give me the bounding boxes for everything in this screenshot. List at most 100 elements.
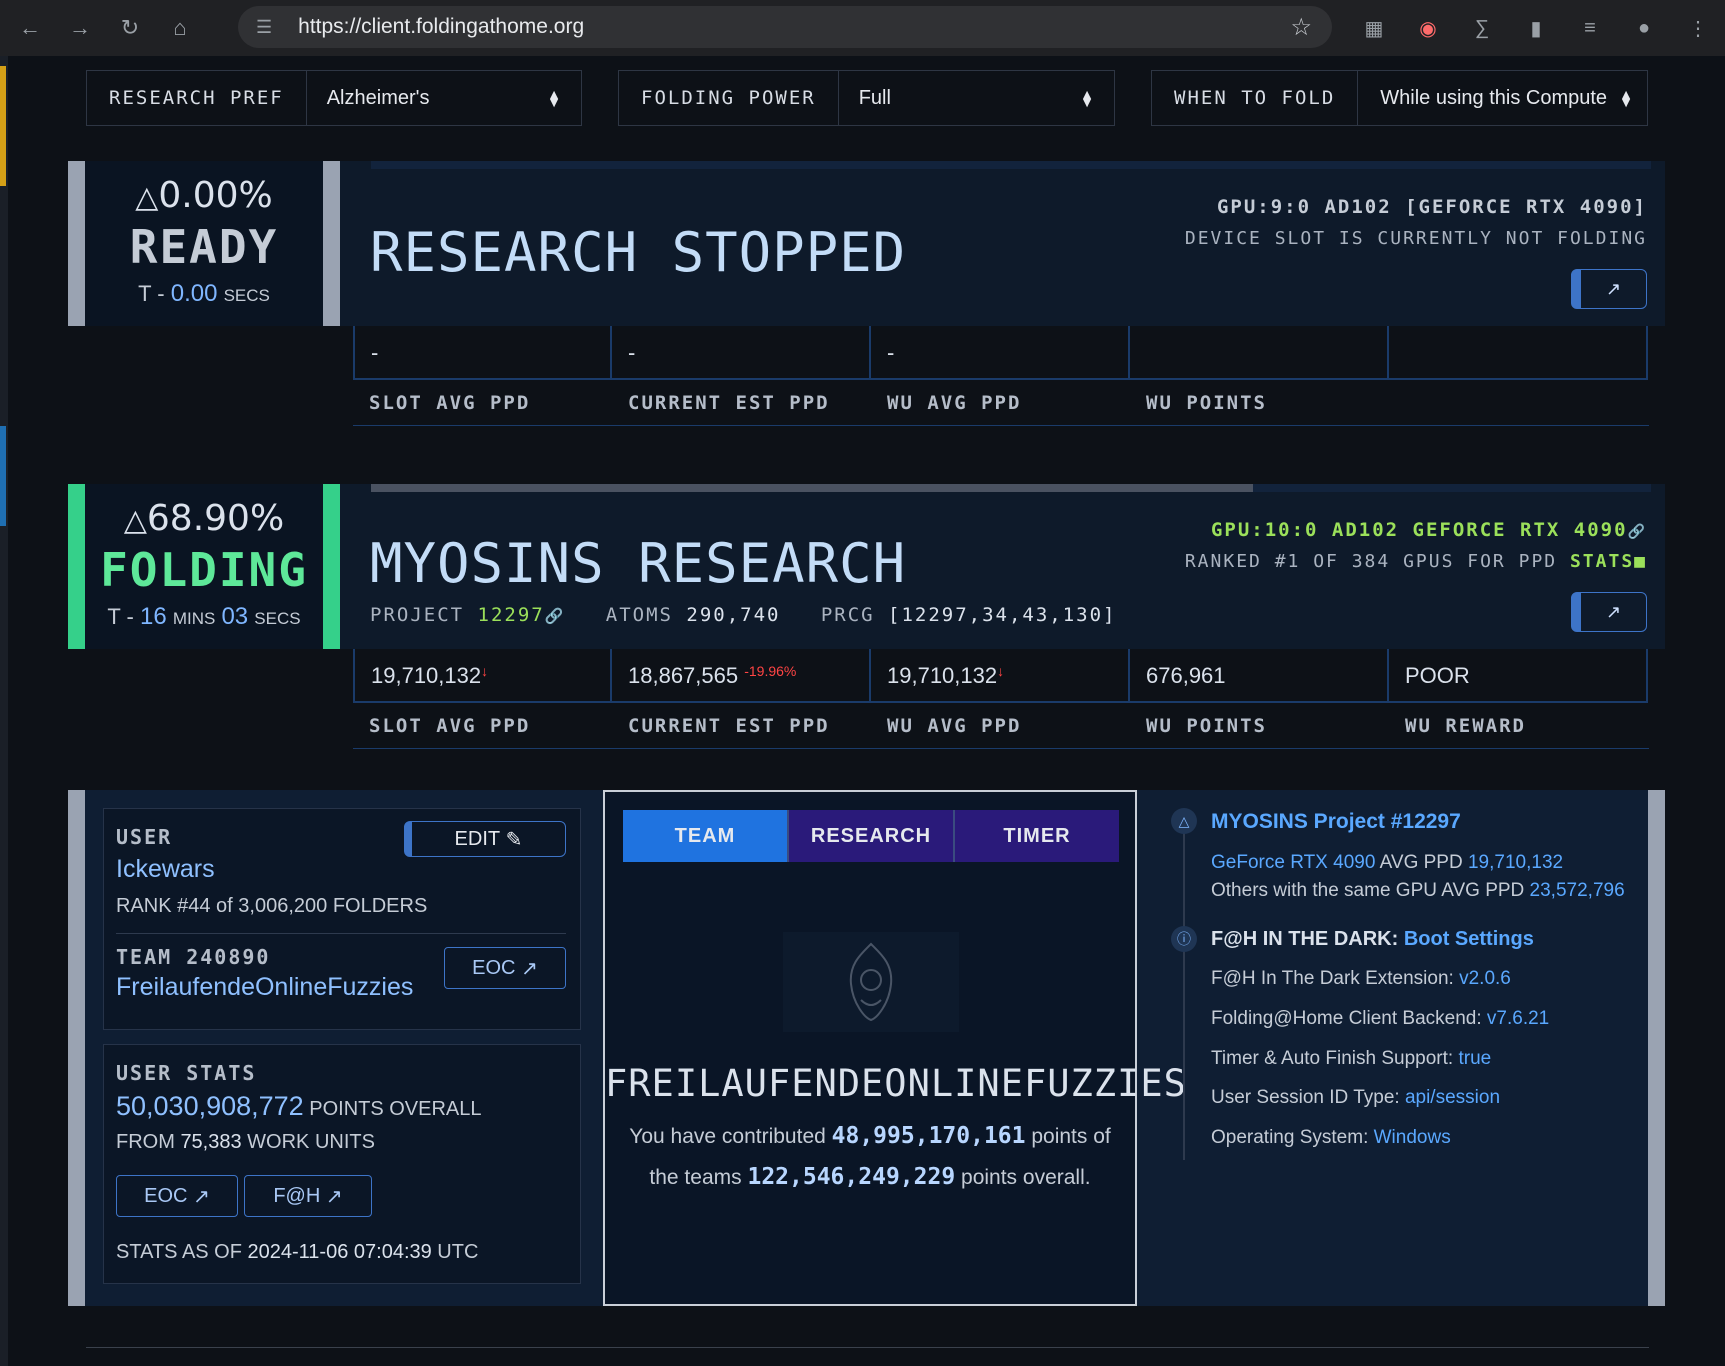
stat-current-est-ppd: 18,867,565 -19.96% xyxy=(612,649,871,703)
line-chart-icon: ↗ xyxy=(1605,278,1622,299)
site-settings-icon[interactable]: ☰ xyxy=(256,17,272,38)
tab-research[interactable]: RESEARCH xyxy=(787,810,953,862)
reload-icon[interactable]: ↻ xyxy=(110,8,150,48)
slot-title: MYOSINS RESEARCH xyxy=(370,532,907,595)
label-current-est-ppd: CURRENT EST PPD xyxy=(628,715,830,737)
boot-settings-link[interactable]: Boot Settings xyxy=(1404,928,1534,950)
folding-power-select[interactable]: Full ▲ ▼ xyxy=(839,71,1114,125)
menu-kebab-icon[interactable]: ⋮ xyxy=(1682,12,1714,44)
research-pref: RESEARCH PREF Alzheimer's ▲ ▼ xyxy=(86,70,582,126)
info-icon: ⓘ xyxy=(1171,926,1197,952)
stat-slot-avg-ppd: - xyxy=(353,326,612,380)
folding-power-label: FOLDING POWER xyxy=(619,71,839,125)
media-queue-icon[interactable]: ≡ xyxy=(1574,12,1606,44)
down-arrow-icon: ↓ xyxy=(997,663,1005,679)
forward-icon[interactable]: → xyxy=(60,8,100,48)
user-stats-card: USER STATS 50,030,908,772 POINTS OVERALL… xyxy=(103,1044,581,1284)
bookmark-star-icon[interactable]: ☆ xyxy=(1290,13,1312,42)
slot-chart-button[interactable]: ↗ xyxy=(1571,592,1647,632)
edit-user-button[interactable]: EDIT ✎ xyxy=(404,821,566,857)
extension-translate-icon[interactable]: ∑ xyxy=(1466,12,1498,44)
work-units: FROM 75,383 WORK UNITS xyxy=(116,1131,375,1153)
extensions-puzzle-icon[interactable]: ▮ xyxy=(1520,12,1552,44)
line-chart-icon: ↗ xyxy=(325,1185,343,1208)
device-note: DEVICE SLOT IS CURRENTLY NOT FOLDING xyxy=(1184,228,1647,249)
browser-toolbar: ← → ↻ ⌂ ☰ https://client.foldingathome.o… xyxy=(0,0,1725,56)
address-bar[interactable]: ☰ https://client.foldingathome.org ☆ xyxy=(238,6,1332,48)
stats-link[interactable]: STATS■ xyxy=(1570,551,1647,572)
stat-wu-reward: POOR xyxy=(1389,649,1648,703)
team-panel: TEAM RESEARCH TIMER FREILAUFENDEONLINEFU… xyxy=(603,790,1186,1306)
line-chart-icon: ↗ xyxy=(1605,601,1622,622)
research-pref-select[interactable]: Alzheimer's ▲ ▼ xyxy=(307,71,581,125)
stats-as-of: STATS AS OF 2024-11-06 07:04:39 UTC xyxy=(116,1241,479,1263)
others-avg-ppd: Others with the same GPU AVG PPD 23,572,… xyxy=(1211,880,1625,901)
label-wu-avg-ppd: WU AVG PPD xyxy=(887,715,1022,737)
line-chart-icon: ↗ xyxy=(521,957,538,980)
extension-globe-icon[interactable]: ◉ xyxy=(1412,12,1444,44)
progress-percent: △0.00% xyxy=(135,175,273,216)
user-fah-button[interactable]: F@H ↗ xyxy=(244,1175,372,1217)
device-name-link[interactable]: GPU:10:0 AD102 GEFORCE RTX 4090🔗 xyxy=(1185,519,1647,541)
when-to-fold-value: While using this Compute xyxy=(1380,86,1608,109)
folding-power-value: Full xyxy=(858,86,891,109)
slot-card-gpu-10: △68.90% FOLDING T - 16 MINS 03 SECS MYOS… xyxy=(68,484,1665,649)
stat-wu-points xyxy=(1130,326,1389,380)
tab-team[interactable]: TEAM xyxy=(623,810,787,862)
backend-version: Folding@Home Client Backend: v7.6.21 xyxy=(1211,1008,1550,1029)
team-eoc-button[interactable]: EOC ↗ xyxy=(444,947,566,989)
footer-divider xyxy=(86,1347,1649,1348)
team-contribution: You have contributed 48,995,170,161 poin… xyxy=(629,1123,1111,1190)
label-wu-points: WU POINTS xyxy=(1146,392,1267,414)
when-to-fold-select[interactable]: While using this Compute ▲ ▼ xyxy=(1358,71,1647,125)
slot-eta: T - 0.00 SECS xyxy=(138,280,270,307)
user-name: Ickewars xyxy=(116,855,215,883)
user-card: USER EDIT ✎ Ickewars RANK #44 of 3,006,2… xyxy=(103,808,581,1030)
team-caption: TEAM 240890 xyxy=(116,945,271,969)
link-icon: 🔗 xyxy=(544,607,566,625)
device-info: GPU:10:0 AD102 GEFORCE RTX 4090🔗 RANKED … xyxy=(1185,519,1647,572)
session-type: User Session ID Type: api/session xyxy=(1211,1087,1501,1108)
extension-grid-icon[interactable]: ▦ xyxy=(1358,12,1390,44)
updown-arrows-icon: ▲ ▼ xyxy=(1619,86,1633,110)
info-timeline: △ MYOSINS Project #12297 GeForce RTX 409… xyxy=(1155,790,1655,1306)
user-stats-caption: USER STATS xyxy=(116,1061,257,1085)
back-icon[interactable]: ← xyxy=(10,8,50,48)
slot-status-box: △0.00% READY T - 0.00 SECS xyxy=(68,161,340,326)
research-pref-label: RESEARCH PREF xyxy=(87,71,307,125)
folding-power-pref: FOLDING POWER Full ▲ ▼ xyxy=(618,70,1115,126)
updown-arrows-icon: ▲ ▼ xyxy=(1080,86,1094,110)
device-rank: RANKED #1 OF 384 GPUS FOR PPD STATS■ xyxy=(1184,551,1647,572)
label-wu-avg-ppd: WU AVG PPD xyxy=(887,392,1022,414)
updown-arrows-icon: ▲ ▼ xyxy=(547,86,561,110)
stat-wu-points: 676,961 xyxy=(1130,649,1389,703)
profile-avatar-icon[interactable]: ● xyxy=(1628,12,1660,44)
label-slot-avg-ppd: SLOT AVG PPD xyxy=(369,392,531,414)
url-text[interactable]: https://client.foldingathome.org xyxy=(298,15,584,39)
stat-wu-avg-ppd: - xyxy=(871,326,1130,380)
bottom-panel: USER EDIT ✎ Ickewars RANK #44 of 3,006,2… xyxy=(68,790,1665,1306)
research-pref-value: Alzheimer's xyxy=(326,86,430,109)
slot-card-gpu-9: △0.00% READY T - 0.00 SECS RESEARCH STOP… xyxy=(68,161,1665,326)
slot-eta: T - 16 MINS 03 SECS xyxy=(107,603,301,630)
when-to-fold-label: WHEN TO FOLD xyxy=(1152,71,1359,125)
label-wu-points: WU POINTS xyxy=(1146,715,1267,737)
edit-icon: ✎ xyxy=(505,828,523,851)
label-wu-reward: WU REWARD xyxy=(1405,715,1526,737)
team-name: FreilaufendeOnlineFuzzies xyxy=(116,973,414,1001)
slot-chart-button[interactable]: ↗ xyxy=(1571,269,1647,309)
user-eoc-button[interactable]: EOC ↗ xyxy=(116,1175,238,1217)
when-to-fold-pref: WHEN TO FOLD While using this Compute ▲ ▼ xyxy=(1151,70,1648,126)
stat-slot-avg-ppd: 19,710,132↓ xyxy=(353,649,612,703)
slot-status-box: △68.90% FOLDING T - 16 MINS 03 SECS xyxy=(68,484,340,649)
home-icon[interactable]: ⌂ xyxy=(160,8,200,48)
project-title-link[interactable]: MYOSINS Project #12297 xyxy=(1211,810,1461,834)
extension-version: F@H In The Dark Extension: v2.0.6 xyxy=(1211,968,1511,989)
label-slot-avg-ppd: SLOT AVG PPD xyxy=(369,715,531,737)
progress-percent: △68.90% xyxy=(123,498,285,539)
est-change: -19.96% xyxy=(744,663,797,679)
team-logo-icon xyxy=(849,942,893,1022)
project-link[interactable]: 12297🔗 xyxy=(478,604,566,626)
operating-system: Operating System: Windows xyxy=(1211,1127,1451,1148)
tab-timer[interactable]: TIMER xyxy=(953,810,1119,862)
